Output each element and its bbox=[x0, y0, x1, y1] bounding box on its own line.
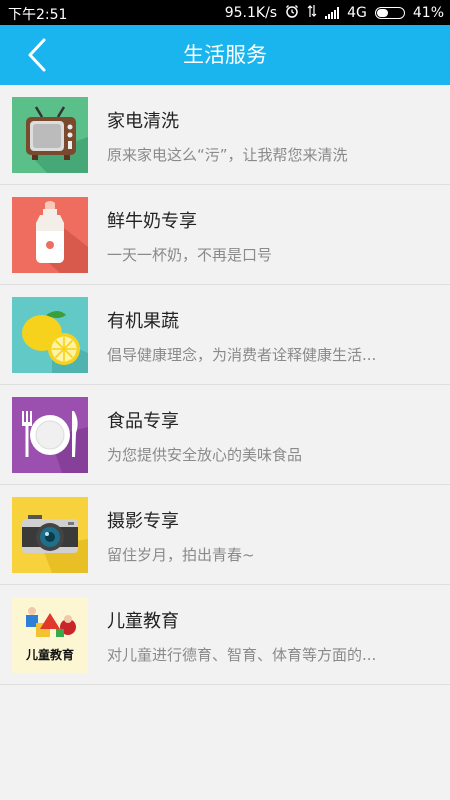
service-item-child-education[interactable]: 儿童教育 儿童教育 对儿童进行德育、智育、体育等方面的... bbox=[0, 585, 450, 685]
plate-cutlery-icon bbox=[12, 397, 88, 473]
data-arrows-icon bbox=[307, 4, 317, 22]
status-time: 下午2:51 bbox=[8, 7, 68, 23]
tv-icon bbox=[12, 97, 88, 173]
app-header: 生活服务 bbox=[0, 25, 450, 85]
service-title: 有机果蔬 bbox=[107, 311, 179, 332]
milk-bottle-icon bbox=[12, 197, 88, 273]
service-item-appliance-cleaning[interactable]: 家电清洗 原来家电这么“污”，让我帮您来清洗 bbox=[0, 85, 450, 185]
service-item-food[interactable]: 食品专享 为您提供安全放心的美味食品 bbox=[0, 385, 450, 485]
camera-icon bbox=[12, 497, 88, 573]
signal-icon bbox=[325, 7, 340, 19]
page-title: 生活服务 bbox=[183, 43, 267, 67]
service-list: 家电清洗 原来家电这么“污”，让我帮您来清洗 鲜牛奶专享 一天一杯奶，不再是口号 bbox=[0, 85, 450, 685]
battery-level: 41% bbox=[412, 5, 444, 21]
service-title: 食品专享 bbox=[107, 411, 179, 432]
kids-education-logo-text: 儿童教育 bbox=[25, 648, 74, 662]
battery-icon bbox=[374, 7, 405, 19]
service-subtitle: 一天一杯奶，不再是口号 bbox=[107, 246, 273, 264]
status-bar: 下午2:51 95.1K/s 4G 41% bbox=[0, 0, 450, 25]
service-subtitle: 为您提供安全放心的美味食品 bbox=[107, 446, 303, 464]
service-subtitle: 倡导健康理念，为消费者诠释健康生活... bbox=[107, 346, 377, 364]
service-item-fresh-milk[interactable]: 鲜牛奶专享 一天一杯奶，不再是口号 bbox=[0, 185, 450, 285]
service-item-photography[interactable]: 摄影专享 留住岁月，拍出青春~ bbox=[0, 485, 450, 585]
service-title: 鲜牛奶专享 bbox=[107, 211, 197, 232]
service-subtitle: 原来家电这么“污”，让我帮您来清洗 bbox=[107, 146, 348, 164]
service-subtitle: 对儿童进行德育、智育、体育等方面的... bbox=[107, 646, 377, 664]
kids-education-icon: 儿童教育 bbox=[12, 597, 88, 673]
network-type: 4G bbox=[347, 5, 367, 21]
service-title: 儿童教育 bbox=[107, 611, 179, 632]
service-title: 摄影专享 bbox=[107, 511, 179, 532]
service-item-organic-produce[interactable]: 有机果蔬 倡导健康理念，为消费者诠释健康生活... bbox=[0, 285, 450, 385]
status-right: 95.1K/s 4G 41% bbox=[225, 4, 444, 22]
service-subtitle: 留住岁月，拍出青春~ bbox=[107, 546, 255, 564]
network-speed: 95.1K/s bbox=[224, 5, 278, 21]
lemon-icon bbox=[12, 297, 88, 373]
alarm-icon bbox=[285, 4, 299, 22]
service-title: 家电清洗 bbox=[107, 111, 179, 132]
